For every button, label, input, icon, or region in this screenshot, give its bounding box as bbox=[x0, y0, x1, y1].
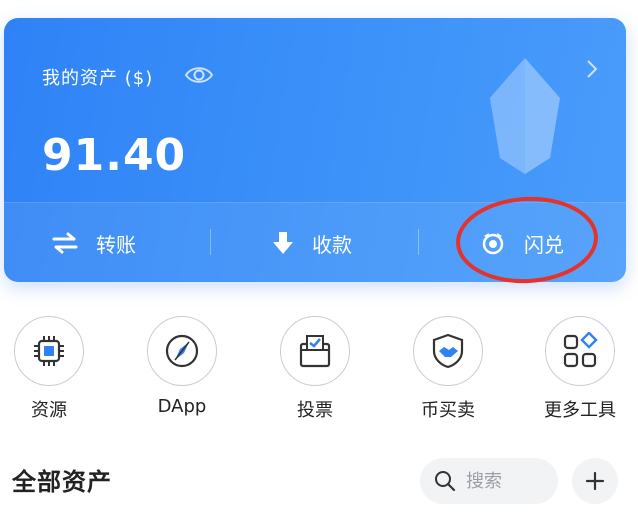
search-input[interactable] bbox=[464, 469, 548, 493]
search-icon bbox=[435, 471, 456, 492]
add-asset-button[interactable] bbox=[572, 458, 618, 504]
tool-icon-circle bbox=[147, 316, 217, 386]
transfer-label: 转账 bbox=[96, 232, 136, 257]
tool-dapp[interactable]: DApp bbox=[137, 316, 227, 417]
total-balance: 91.40 bbox=[42, 130, 187, 181]
tool-label: 投票 bbox=[297, 400, 333, 421]
divider bbox=[210, 229, 211, 255]
tool-grid: 资源 DApp 投票 币买卖 更多工具 bbox=[0, 316, 638, 426]
plus-icon bbox=[585, 471, 605, 491]
tool-icon-circle bbox=[413, 316, 483, 386]
divider bbox=[418, 229, 419, 255]
transfer-button[interactable]: 转账 bbox=[52, 203, 136, 282]
handshake-shield-icon bbox=[432, 333, 464, 369]
tool-label: DApp bbox=[157, 396, 207, 417]
tool-icon-circle bbox=[280, 316, 350, 386]
receive-label: 收款 bbox=[312, 232, 352, 257]
tool-resources[interactable]: 资源 bbox=[4, 316, 94, 422]
tool-more[interactable]: 更多工具 bbox=[535, 316, 625, 422]
download-icon bbox=[273, 232, 293, 254]
receive-button[interactable]: 收款 bbox=[272, 203, 352, 282]
section-title: 全部资产 bbox=[12, 468, 112, 496]
crystal-logo-icon bbox=[490, 58, 560, 174]
tool-label: 币买卖 bbox=[421, 400, 475, 421]
tool-icon-circle bbox=[545, 316, 615, 386]
transfer-icon bbox=[52, 232, 78, 254]
tool-vote[interactable]: 投票 bbox=[270, 316, 360, 422]
search-box[interactable] bbox=[420, 458, 558, 504]
eye-icon[interactable] bbox=[184, 62, 214, 88]
chevron-right-icon[interactable] bbox=[584, 58, 600, 80]
compass-icon bbox=[165, 334, 199, 368]
asset-label: 我的资产 ($) bbox=[42, 68, 154, 89]
ballot-box-icon bbox=[299, 335, 331, 368]
tool-buy-sell[interactable]: 币买卖 bbox=[403, 316, 493, 422]
tool-label: 资源 bbox=[31, 400, 67, 421]
tool-icon-circle bbox=[14, 316, 84, 386]
grid-icon bbox=[563, 332, 598, 368]
chip-icon bbox=[34, 336, 64, 366]
tool-label: 更多工具 bbox=[544, 400, 616, 421]
